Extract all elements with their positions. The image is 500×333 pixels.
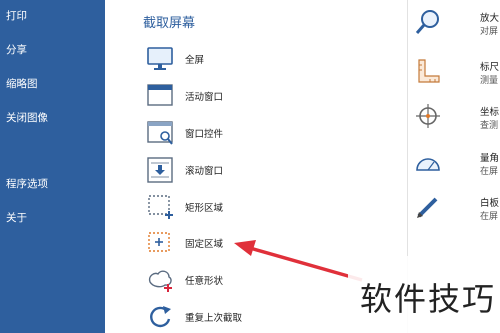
tool-magnifier[interactable]: 放大 对屏: [415, 8, 499, 44]
menu-item-label: 全屏: [185, 55, 205, 66]
menu-item-label: 窗口控件: [185, 129, 224, 140]
menu-item-fullscreen[interactable]: 全屏: [145, 45, 345, 73]
menu-item-label: 重复上次截取: [185, 313, 243, 324]
tool-title: 量角: [480, 153, 500, 164]
menu-item-freehand[interactable]: 任意形状: [145, 266, 345, 294]
watermark-text: 软件技巧: [360, 280, 497, 318]
tool-subtitle: 测量: [480, 76, 499, 86]
tool-title: 标尺: [480, 62, 500, 73]
menu-item-active-window[interactable]: 活动窗口: [145, 82, 345, 110]
menu-item-repeat-last[interactable]: 重复上次截取: [145, 303, 345, 331]
tool-crosshair[interactable]: 坐标 查测: [416, 102, 499, 138]
tool-subtitle: 在屏: [480, 212, 499, 222]
menu-item-label: 活动窗口: [185, 92, 224, 103]
menu-item-label: 矩形区域: [185, 203, 224, 214]
menu-item-label: 滚动窗口: [185, 166, 224, 177]
watermark: 软件技巧: [348, 256, 500, 333]
menu-item-fixed-region[interactable]: 固定区域: [145, 229, 345, 257]
fixed-region-icon: [148, 232, 170, 252]
tool-title: 坐标: [480, 107, 500, 118]
menu-item-label: 固定区域: [185, 239, 224, 250]
sidebar-item-thumbnails[interactable]: 缩略图: [6, 77, 38, 91]
magnifier-icon: [415, 10, 439, 34]
rectangle-region-icon: [148, 195, 173, 219]
tool-whiteboard[interactable]: 白板 在屏: [417, 193, 499, 229]
sidebar-item-share[interactable]: 分享: [6, 43, 27, 57]
tool-subtitle: 在屏: [480, 167, 499, 177]
freehand-shape-icon: [148, 270, 172, 292]
tool-title: 白板: [480, 198, 500, 209]
sidebar-item-options[interactable]: 程序选项: [6, 177, 48, 191]
tool-ruler[interactable]: 标尺 测量: [418, 57, 499, 93]
sidebar-item-close-image[interactable]: 关闭图像: [6, 111, 48, 125]
scroll-window-icon: [147, 157, 173, 183]
protractor-icon: [416, 158, 440, 171]
sidebar: 打印 分享 缩略图 关闭图像 程序选项 关于: [0, 0, 105, 333]
window-control-icon: [147, 121, 173, 145]
sidebar-item-about[interactable]: 关于: [6, 211, 27, 225]
pen-icon: [417, 197, 438, 218]
monitor-icon: [147, 47, 173, 70]
ruler-icon: [418, 59, 440, 83]
tool-subtitle: 查测: [480, 121, 499, 131]
section-title: 截取屏幕: [143, 16, 196, 31]
repeat-icon: [150, 306, 171, 328]
menu-item-label: 任意形状: [185, 276, 224, 287]
tool-subtitle: 对屏: [480, 27, 499, 37]
sidebar-item-print[interactable]: 打印: [6, 9, 27, 23]
window-icon: [147, 84, 173, 106]
tool-protractor[interactable]: 量角 在屏: [416, 148, 499, 184]
menu-item-rectangle-region[interactable]: 矩形区域: [145, 193, 345, 221]
crosshair-icon: [416, 104, 440, 128]
menu-item-window-control[interactable]: 窗口控件: [145, 119, 345, 147]
menu-item-scroll-window[interactable]: 滚动窗口: [145, 156, 345, 184]
tool-title: 放大: [480, 13, 500, 24]
